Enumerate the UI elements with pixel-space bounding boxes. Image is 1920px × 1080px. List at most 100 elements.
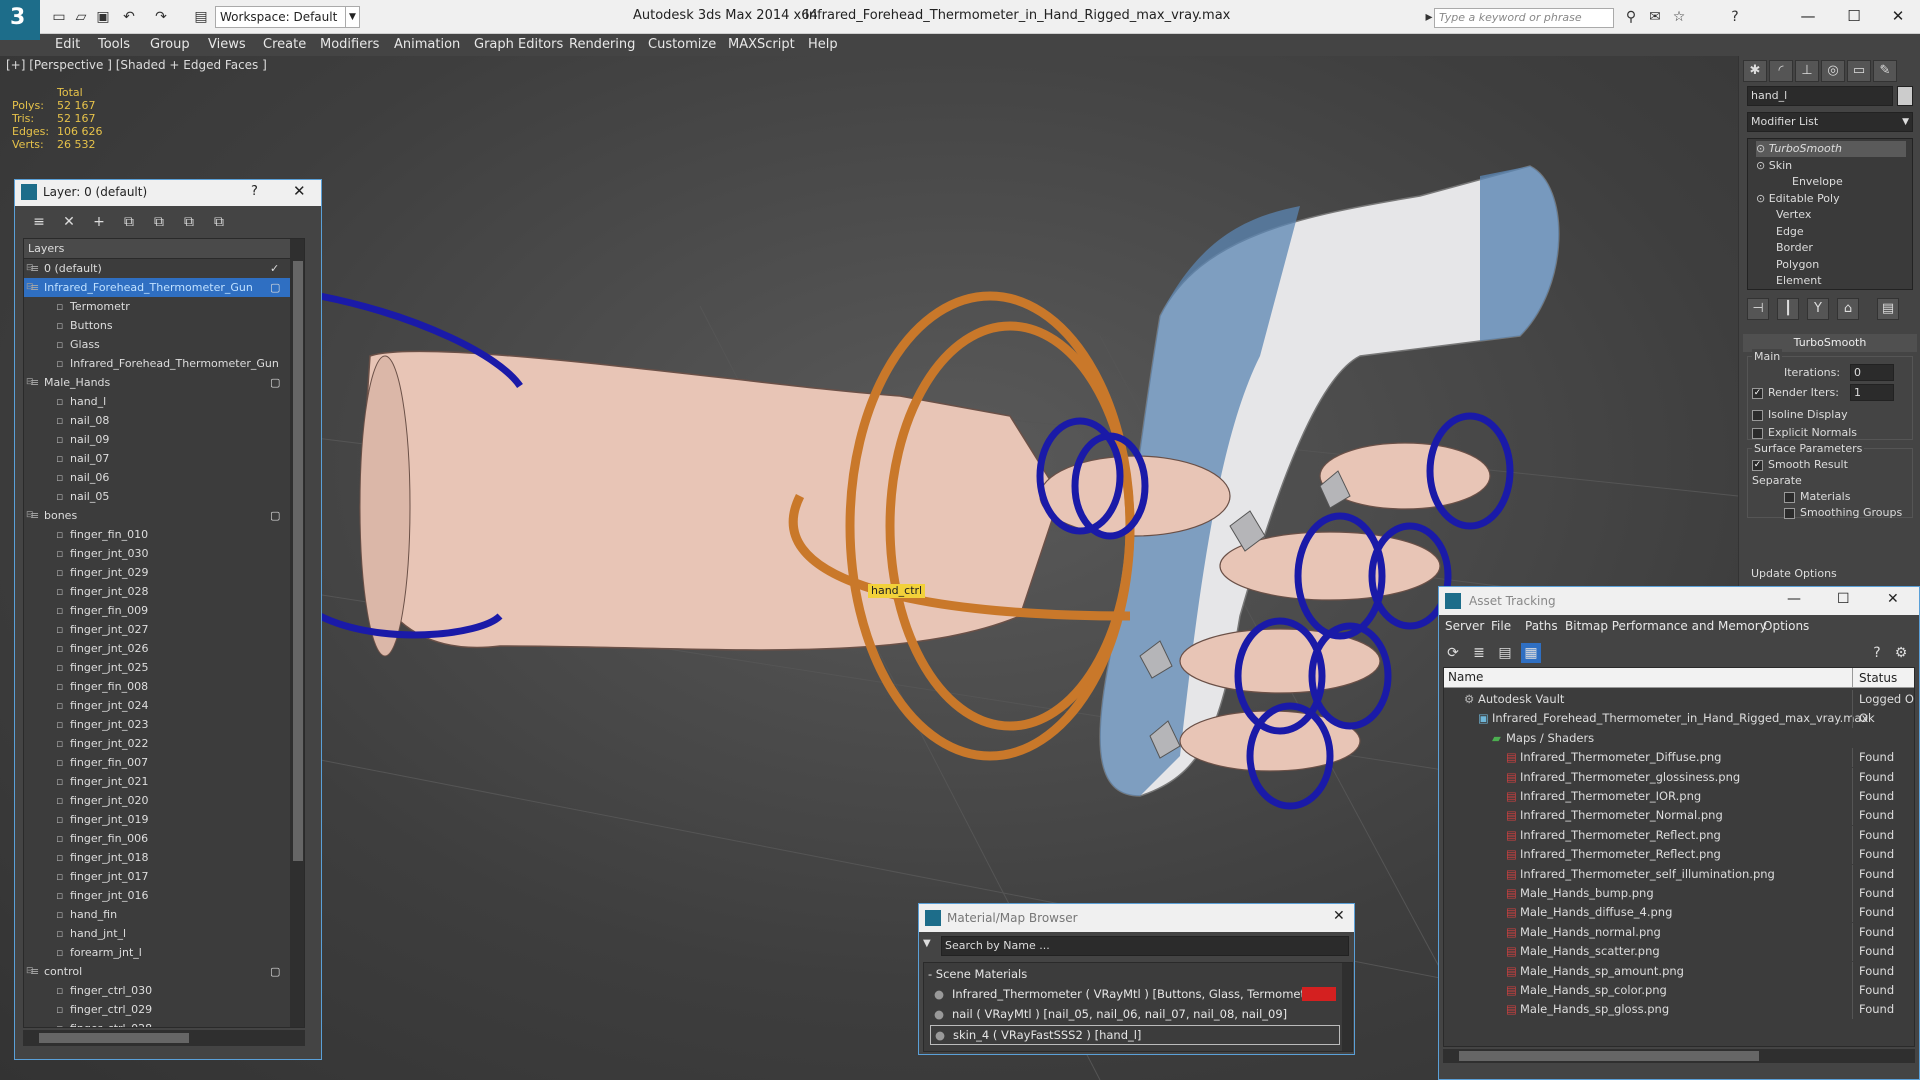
layer-row[interactable]: ▫ finger_jnt_026 <box>24 639 304 658</box>
freeze-layers-icon[interactable]: ⧉ <box>209 212 229 232</box>
layer-row[interactable]: ▫ forearm_jnt_l <box>24 943 304 962</box>
layer-row[interactable]: ▫ finger_jnt_021 <box>24 772 304 791</box>
materials-row[interactable]: Materials <box>1784 489 1850 505</box>
layer-row[interactable]: ▫ finger_jnt_019 <box>24 810 304 829</box>
status-column-header[interactable]: Status <box>1852 668 1897 688</box>
create-tab-icon[interactable]: ✱ <box>1743 60 1767 82</box>
material-browser-titlebar[interactable]: Material/Map Browser ✕ <box>919 904 1354 932</box>
asset-menu-bitmap-performance[interactable]: Bitmap Performance and Memory <box>1565 615 1767 637</box>
layer-row[interactable]: ▫ finger_jnt_020 <box>24 791 304 810</box>
close-icon[interactable]: ✕ <box>293 182 306 200</box>
menu-modifiers[interactable]: Modifiers <box>320 34 379 56</box>
modifier-stack-item[interactable]: Polygon <box>1776 257 1819 273</box>
app-logo-icon[interactable]: 3 <box>0 0 40 40</box>
asset-table[interactable]: Name Status ⚙ Autodesk Vault Logged O ▣ Infr… <box>1443 667 1915 1047</box>
isoline-checkbox[interactable] <box>1752 409 1763 421</box>
modifier-stack-item[interactable]: ⊙ Editable Poly <box>1756 191 1840 207</box>
smooth-result-checkbox[interactable]: ✓ <box>1752 459 1763 471</box>
layer-row[interactable]: ▫ finger_jnt_025 <box>24 658 304 677</box>
asset-row[interactable]: ▤ Infrared_Thermometer_Reflect.png Found <box>1444 825 1914 845</box>
layer-row[interactable]: ▫ finger_ctrl_029 <box>24 1000 304 1019</box>
utilities-tab-icon[interactable]: ✎ <box>1873 60 1897 82</box>
layer-row[interactable]: ▫ hand_fin <box>24 905 304 924</box>
close-icon[interactable]: ✕ <box>1880 4 1916 28</box>
materials-checkbox[interactable] <box>1784 491 1795 503</box>
asset-row[interactable]: ▤ Male_Hands_sp_gloss.png Found <box>1444 1000 1914 1020</box>
motion-tab-icon[interactable]: ◎ <box>1821 60 1845 82</box>
add-layer-icon[interactable]: + <box>89 212 109 232</box>
select-objects-icon[interactable]: ⧉ <box>119 212 139 232</box>
new-file-icon[interactable]: ▭ <box>50 8 68 26</box>
layer-row[interactable]: ▫ hand_jnt_l <box>24 924 304 943</box>
pin-stack-icon[interactable]: ⊣ <box>1747 298 1769 320</box>
redo-icon[interactable]: ↷ <box>152 8 170 26</box>
delete-layer-icon[interactable]: ✕ <box>59 212 79 232</box>
menu-graph-editors[interactable]: Graph Editors <box>474 34 563 56</box>
modifier-stack-item[interactable]: Vertex <box>1776 207 1811 223</box>
hand-ctrl-tag[interactable]: hand_ctrl <box>868 584 926 598</box>
maximize-icon[interactable]: ☐ <box>1836 4 1872 28</box>
smoothing-groups-checkbox[interactable] <box>1784 507 1795 519</box>
hide-layers-icon[interactable]: ⧉ <box>179 212 199 232</box>
asset-row[interactable]: ⚙ Autodesk Vault Logged O <box>1444 690 1914 709</box>
menu-customize[interactable]: Customize <box>648 34 716 56</box>
layer-window-titlebar[interactable]: Layer: 0 (default) ? ✕ <box>15 180 321 206</box>
asset-row[interactable]: ▤ Infrared_Thermometer_Reflect.png Found <box>1444 845 1914 865</box>
modifier-stack[interactable]: ⊙ TurboSmooth ⊙ Skin Envelope ⊙ Editable Po… <box>1747 138 1913 290</box>
scroll-thumb[interactable] <box>1459 1051 1759 1061</box>
menu-views[interactable]: Views <box>208 34 246 56</box>
layer-row[interactable]: ▫ finger_ctrl_030 <box>24 981 304 1000</box>
layer-row[interactable]: ▫ hand_l <box>24 392 304 411</box>
layer-row[interactable]: ▫ finger_jnt_017 <box>24 867 304 886</box>
layer-visibility-icon[interactable]: ▢ <box>270 962 280 981</box>
asset-row[interactable]: ▤ Male_Hands_scatter.png Found <box>1444 942 1914 962</box>
material-search-input[interactable]: Search by Name ... <box>941 936 1349 956</box>
explicit-normals-row[interactable]: Explicit Normals <box>1752 425 1857 441</box>
scene-materials-list[interactable]: - Scene Materials ● Infrared_Thermometer … <box>923 962 1353 1052</box>
layer-row[interactable]: ▫ finger_fin_009 <box>24 601 304 620</box>
highlight-layer-icon[interactable]: ⧉ <box>149 212 169 232</box>
render-iters-checkbox[interactable]: ✓ <box>1752 387 1763 399</box>
modify-tab-icon[interactable]: ◜ <box>1769 60 1793 82</box>
asset-tracking-titlebar[interactable]: Asset Tracking — ☐ ✕ <box>1439 587 1919 615</box>
isoline-row[interactable]: Isoline Display <box>1752 407 1848 423</box>
remove-modifier-icon[interactable]: ⌂ <box>1837 298 1859 320</box>
layer-list[interactable]: Layers ⊟ ≡ 0 (default) ✓ ⊟ ≡ Infrared_Forehead… <box>23 238 305 1028</box>
layer-row[interactable]: ▫ finger_jnt_024 <box>24 696 304 715</box>
help-icon[interactable]: ? <box>251 184 258 199</box>
layer-row[interactable]: ▫ nail_09 <box>24 430 304 449</box>
layer-row[interactable]: ⊟ ≡ Infrared_Forehead_Thermometer_Gun ▢ <box>24 278 304 297</box>
iterations-spinner[interactable]: 0 <box>1850 364 1894 381</box>
menu-animation[interactable]: Animation <box>394 34 460 56</box>
layer-row[interactable]: ▫ nail_05 <box>24 487 304 506</box>
hierarchy-tab-icon[interactable]: ⊥ <box>1795 60 1819 82</box>
layer-row[interactable]: ▫ finger_ctrl_028 <box>24 1019 304 1027</box>
layer-row[interactable]: ▫ Buttons <box>24 316 304 335</box>
layer-hscrollbar[interactable] <box>23 1030 305 1046</box>
asset-row[interactable]: ▤ Infrared_Thermometer_self_illumination.… <box>1444 864 1914 884</box>
asset-row[interactable]: ▣ Infrared_Forehead_Thermometer_in_Hand_R… <box>1444 709 1914 729</box>
asset-row[interactable]: ▤ Male_Hands_sp_amount.png Found <box>1444 961 1914 981</box>
layer-row[interactable]: ▫ Termometr <box>24 297 304 316</box>
lightbulb-icon[interactable]: ⊙ <box>1756 192 1769 205</box>
asset-menu-file[interactable]: File <box>1491 615 1511 637</box>
asset-row[interactable]: ▤ Male_Hands_diffuse_4.png Found <box>1444 903 1914 923</box>
layer-row[interactable]: ▫ Glass <box>24 335 304 354</box>
material-row[interactable]: ● nail ( VRayMtl ) [nail_05, nail_06, nai… <box>930 1005 1340 1025</box>
modifier-stack-item[interactable]: ⊙ Skin <box>1756 158 1792 174</box>
name-column-header[interactable]: Name <box>1448 670 1483 684</box>
material-row[interactable]: ● Infrared_Thermometer ( VRayMtl ) [Butto… <box>930 985 1340 1005</box>
layer-row[interactable]: ⊟ ≡ control ▢ <box>24 962 304 981</box>
undo-icon[interactable]: ↶ <box>120 8 138 26</box>
help-icon[interactable]: ? <box>1867 643 1887 663</box>
layer-row[interactable]: ▫ finger_fin_010 <box>24 525 304 544</box>
layer-row[interactable]: ▫ finger_jnt_018 <box>24 848 304 867</box>
material-scrollbar[interactable] <box>1342 963 1352 1051</box>
layer-row[interactable]: ▫ finger_fin_008 <box>24 677 304 696</box>
layer-row[interactable]: ▫ finger_fin_006 <box>24 829 304 848</box>
viewport-label[interactable]: [+] [Perspective ] [Shaded + Edged Faces… <box>6 58 267 72</box>
asset-row[interactable]: ▤ Infrared_Thermometer_glossiness.png Foun… <box>1444 767 1914 787</box>
asset-row[interactable]: ▤ Infrared_Thermometer_Normal.png Found <box>1444 806 1914 826</box>
modifier-stack-item[interactable]: Element <box>1776 273 1822 289</box>
layer-visibility-icon[interactable]: ▢ <box>270 506 280 525</box>
